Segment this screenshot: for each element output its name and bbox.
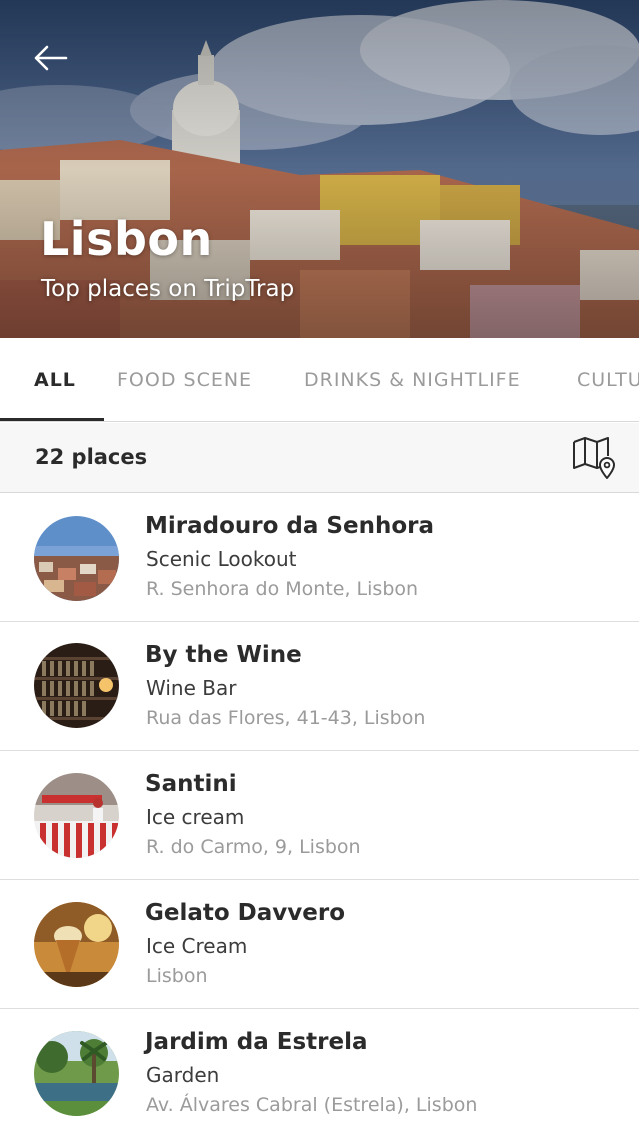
tab-drinks-nightlife[interactable]: DRINKS & NIGHTLIFE [304,338,521,421]
arrow-left-icon [34,45,68,71]
back-button[interactable] [28,38,72,78]
list-item[interactable]: Jardim da Estrela Garden Av. Álvares Cab… [0,1009,639,1136]
list-item[interactable]: By the Wine Wine Bar Rua das Flores, 41-… [0,622,639,751]
list-item[interactable]: Miradouro da Senhora Scenic Lookout R. S… [0,493,639,622]
place-name: Gelato Davvero [145,900,346,926]
place-category: Garden [146,1063,220,1087]
place-category: Wine Bar [146,676,237,700]
list-item[interactable]: Gelato Davvero Ice Cream Lisbon [0,880,639,1009]
city-subtitle: Top places on TripTrap [41,276,295,302]
place-address: Av. Álvares Cabral (Estrela), Lisbon [146,1094,478,1116]
active-tab-indicator [0,418,104,421]
place-thumbnail [34,902,119,987]
place-address: Rua das Flores, 41-43, Lisbon [146,707,426,729]
place-name: Jardim da Estrela [145,1029,368,1055]
tab-culture[interactable]: CULTU [577,338,639,421]
tab-food-scene[interactable]: FOOD SCENE [117,338,252,421]
hero-header: Lisbon Top places on TripTrap [0,0,639,338]
place-thumbnail [34,643,119,728]
place-thumbnail [34,1031,119,1116]
place-name: Miradouro da Senhora [145,513,434,539]
category-tabs: ALL FOOD SCENE DRINKS & NIGHTLIFE CULTU [0,338,639,422]
place-category: Ice Cream [146,934,248,958]
place-address: R. Senhora do Monte, Lisbon [146,578,419,600]
city-title: Lisbon [40,212,213,266]
place-thumbnail [34,773,119,858]
place-category: Ice cream [146,805,245,829]
place-category: Scenic Lookout [146,547,297,571]
place-name: Santini [145,771,237,797]
place-address: Lisbon [146,965,208,987]
list-item[interactable]: Santini Ice cream R. do Carmo, 9, Lisbon [0,751,639,880]
map-view-button[interactable] [570,434,620,482]
map-pin-icon [573,437,615,479]
tab-all[interactable]: ALL [34,338,76,421]
place-name: By the Wine [145,642,302,668]
results-bar: 22 places [0,423,639,493]
places-count: 22 places [35,445,148,469]
place-address: R. do Carmo, 9, Lisbon [146,836,361,858]
place-thumbnail [34,516,119,601]
